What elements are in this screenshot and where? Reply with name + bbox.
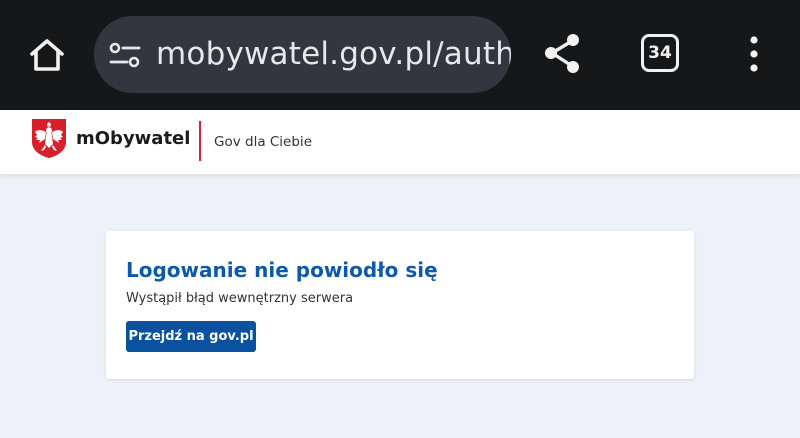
error-message: Wystąpił błąd wewnętrzny serwera [126,291,354,306]
header-divider [199,121,201,161]
address-bar[interactable]: mobywatel.gov.pl/auth/ [94,16,511,93]
header-tagline: Gov dla Ciebie [214,134,312,150]
home-button[interactable] [22,30,72,80]
polish-eagle-emblem[interactable] [31,118,67,158]
error-title: Logowanie nie powiodło się [126,258,438,282]
home-icon [30,39,64,71]
go-to-gov-button[interactable]: Przejdź na gov.pl [126,321,256,352]
error-card: Logowanie nie powiodło się Wystąpił błąd… [106,231,694,379]
brand-name[interactable]: mObywatel [76,127,190,151]
tune-icon[interactable] [108,39,142,71]
url-text[interactable]: mobywatel.gov.pl/auth/ [156,32,511,76]
tab-count: 34 [648,43,672,63]
browser-toolbar: mobywatel.gov.pl/auth/ 34 [0,0,800,110]
share-icon[interactable] [540,31,586,77]
more-vert-icon[interactable] [740,34,768,74]
tabs-button[interactable]: 34 [641,34,679,72]
